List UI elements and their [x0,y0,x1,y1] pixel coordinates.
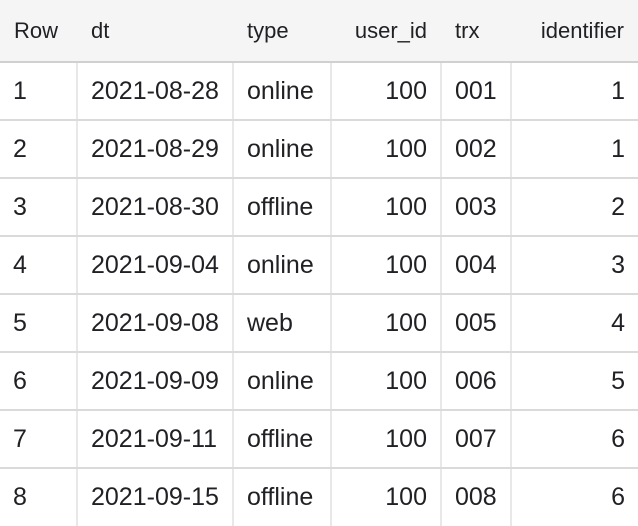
identifier-cell: 1 [511,62,638,121]
trx-cell: 001 [441,62,512,121]
identifier-cell: 6 [511,410,638,469]
user-id-cell: 100 [331,294,442,353]
column-header-trx[interactable]: trx [441,0,511,63]
row-number-cell: 3 [0,178,78,237]
trx-cell: 007 [441,410,512,469]
identifier-cell: 4 [511,294,638,353]
trx-cell: 006 [441,352,512,411]
user-id-cell: 100 [331,410,442,469]
row-number-cell: 8 [0,468,78,526]
dt-cell: 2021-09-04 [77,236,234,295]
type-cell: online [233,62,332,121]
trx-cell: 008 [441,468,512,526]
identifier-cell: 1 [511,120,638,179]
user-id-cell: 100 [331,352,442,411]
table-row: 4 2021-09-04 online 100 004 3 [0,236,638,295]
type-cell: offline [233,410,332,469]
table-row: 1 2021-08-28 online 100 001 1 [0,62,638,121]
user-id-cell: 100 [331,62,442,121]
type-cell: online [233,120,332,179]
row-number-cell: 5 [0,294,78,353]
row-number-cell: 7 [0,410,78,469]
table-row: 8 2021-09-15 offline 100 008 6 [0,468,638,526]
identifier-cell: 3 [511,236,638,295]
dt-cell: 2021-09-08 [77,294,234,353]
user-id-cell: 100 [331,178,442,237]
dt-cell: 2021-08-29 [77,120,234,179]
row-number-cell: 1 [0,62,78,121]
row-number-cell: 2 [0,120,78,179]
trx-cell: 005 [441,294,512,353]
dt-cell: 2021-09-09 [77,352,234,411]
type-cell: offline [233,178,332,237]
type-cell: online [233,352,332,411]
type-cell: web [233,294,332,353]
identifier-cell: 6 [611,483,625,511]
column-header-identifier[interactable]: identifier [511,0,638,63]
identifier-cell: 2 [511,178,638,237]
type-cell: online [233,236,332,295]
user-id-cell: 100 [331,468,442,526]
table-row: 7 2021-09-11 offline 100 007 6 [0,410,638,469]
table-row: 2 2021-08-29 online 100 002 1 [0,120,638,179]
trx-cell: 004 [441,236,512,295]
row-number-cell: 4 [0,236,78,295]
table-row: 3 2021-08-30 offline 100 003 2 [0,178,638,237]
column-header-type[interactable]: type [233,0,331,63]
identifier-cell: 5 [511,352,638,411]
header-row: Row dt type user_id trx identifier [0,0,638,63]
column-header-row[interactable]: Row [0,0,77,63]
results-table: Row dt type user_id trx identifier 1 2021… [0,0,638,526]
dt-cell: 2021-09-11 [77,410,234,469]
user-id-cell: 100 [331,120,442,179]
trx-cell: 002 [441,120,512,179]
dt-cell: 2021-08-28 [77,62,234,121]
type-cell: offline [233,468,332,526]
trx-cell: 003 [441,178,512,237]
user-id-cell: 100 [331,236,442,295]
row-number-cell: 6 [0,352,78,411]
table-row: 5 2021-09-08 web 100 005 4 [0,294,638,353]
dt-cell: 2021-08-30 [77,178,234,237]
dt-cell: 2021-09-15 [77,468,234,526]
column-header-user-id[interactable]: user_id [331,0,441,63]
column-header-dt[interactable]: dt [77,0,233,63]
table-row: 6 2021-09-09 online 100 006 5 [0,352,638,411]
